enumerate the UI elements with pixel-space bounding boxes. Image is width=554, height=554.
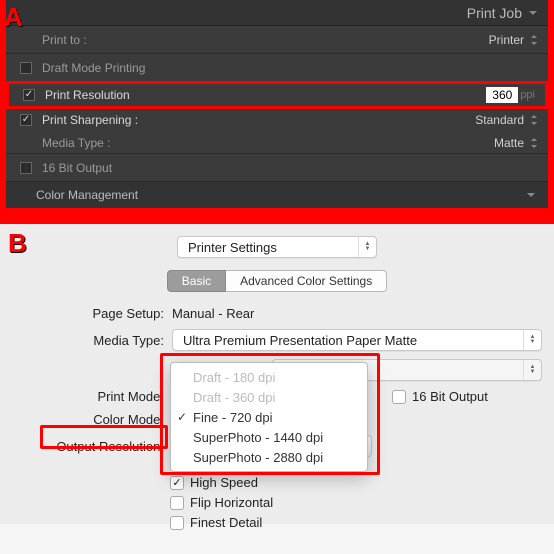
- print-job-panel: Print Job Print to : Printer Draft Mode …: [6, 0, 548, 208]
- media-type-popup[interactable]: Ultra Premium Presentation Paper Matte ▲…: [172, 329, 542, 351]
- tab-advanced[interactable]: Advanced Color Settings: [226, 270, 387, 292]
- resolution-option[interactable]: SuperPhoto - 2880 dpi: [171, 447, 367, 467]
- color-management-label: Color Management: [36, 188, 138, 202]
- media-type-row-b: Media Type: Ultra Premium Presentation P…: [12, 329, 542, 351]
- ppi-suffix: ppi: [520, 89, 535, 101]
- updown-icon: [530, 34, 538, 46]
- panel-title: Print Job: [467, 5, 522, 21]
- draft-mode-row[interactable]: Draft Mode Printing: [6, 54, 548, 82]
- updown-icon: ▲▼: [358, 237, 376, 257]
- draft-mode-checkbox[interactable]: [20, 62, 32, 74]
- callout-a: A: [4, 2, 23, 33]
- resolution-option: Draft - 360 dpi: [171, 387, 367, 407]
- print-to-label: Print to :: [42, 33, 489, 47]
- output-resolution-label: Output Resolution:: [12, 439, 172, 454]
- sixteen-bit-row[interactable]: 16 Bit Output: [6, 154, 548, 182]
- sharpening-row[interactable]: Print Sharpening : Standard: [6, 108, 548, 132]
- chevron-down-icon: [526, 190, 536, 200]
- extra-options: High Speed Flip Horizontal Finest Detail: [170, 475, 273, 535]
- print-resolution-input[interactable]: 360: [486, 87, 518, 103]
- panel-header[interactable]: Print Job: [6, 0, 548, 26]
- print-resolution-checkbox[interactable]: [23, 89, 35, 101]
- flip-horizontal-checkbox[interactable]: Flip Horizontal: [170, 495, 273, 510]
- media-type-value-b: Ultra Premium Presentation Paper Matte: [183, 333, 417, 348]
- resolution-option[interactable]: Fine - 720 dpi: [171, 407, 367, 427]
- print-to-row: Print to : Printer: [6, 26, 548, 54]
- sharpening-value[interactable]: Standard: [475, 113, 524, 127]
- color-mode-label: Color Mode:: [12, 412, 172, 427]
- chevron-down-icon: [528, 8, 538, 18]
- page-setup-value: Manual - Rear: [172, 306, 254, 321]
- sharpening-checkbox[interactable]: [20, 114, 32, 126]
- sixteen-bit-checkbox[interactable]: [20, 162, 32, 174]
- section-selector[interactable]: Printer Settings ▲▼: [177, 236, 377, 258]
- updown-icon: ▲▼: [523, 360, 541, 380]
- high-speed-checkbox[interactable]: High Speed: [170, 475, 273, 490]
- media-type-label-b: Media Type:: [12, 333, 172, 348]
- print-to-value[interactable]: Printer: [489, 33, 524, 47]
- page-setup-label: Page Setup:: [12, 306, 172, 321]
- updown-icon: ▲▼: [523, 330, 541, 350]
- page-setup-row: Page Setup: Manual - Rear: [12, 306, 542, 321]
- printer-settings-panel: B Printer Settings ▲▼ Basic Advanced Col…: [0, 224, 554, 524]
- resolution-option[interactable]: SuperPhoto - 1440 dpi: [171, 427, 367, 447]
- updown-icon: [530, 137, 538, 149]
- media-type-label: Media Type :: [42, 136, 494, 150]
- finest-detail-checkbox[interactable]: Finest Detail: [170, 515, 273, 530]
- section-selector-label: Printer Settings: [188, 240, 277, 255]
- resolution-option: Draft - 180 dpi: [171, 367, 367, 387]
- media-type-row[interactable]: Media Type : Matte: [6, 132, 548, 154]
- tab-basic[interactable]: Basic: [167, 270, 226, 292]
- sixteen-bit-label: 16 Bit Output: [42, 161, 538, 175]
- color-management-header[interactable]: Color Management: [6, 182, 548, 208]
- draft-mode-label: Draft Mode Printing: [42, 61, 538, 75]
- sixteen-bit-checkbox-b[interactable]: 16 Bit Output: [392, 389, 488, 404]
- callout-b: B: [8, 228, 27, 259]
- resolution-dropdown[interactable]: Draft - 180 dpiDraft - 360 dpiFine - 720…: [170, 362, 368, 472]
- media-type-value[interactable]: Matte: [494, 136, 524, 150]
- print-resolution-row[interactable]: Print Resolution 360 ppi: [6, 81, 548, 109]
- sharpening-label: Print Sharpening :: [42, 113, 475, 127]
- print-mode-label: Print Mode:: [12, 389, 172, 404]
- print-resolution-label: Print Resolution: [45, 88, 486, 102]
- tab-bar: Basic Advanced Color Settings: [12, 270, 542, 292]
- updown-icon: [530, 114, 538, 126]
